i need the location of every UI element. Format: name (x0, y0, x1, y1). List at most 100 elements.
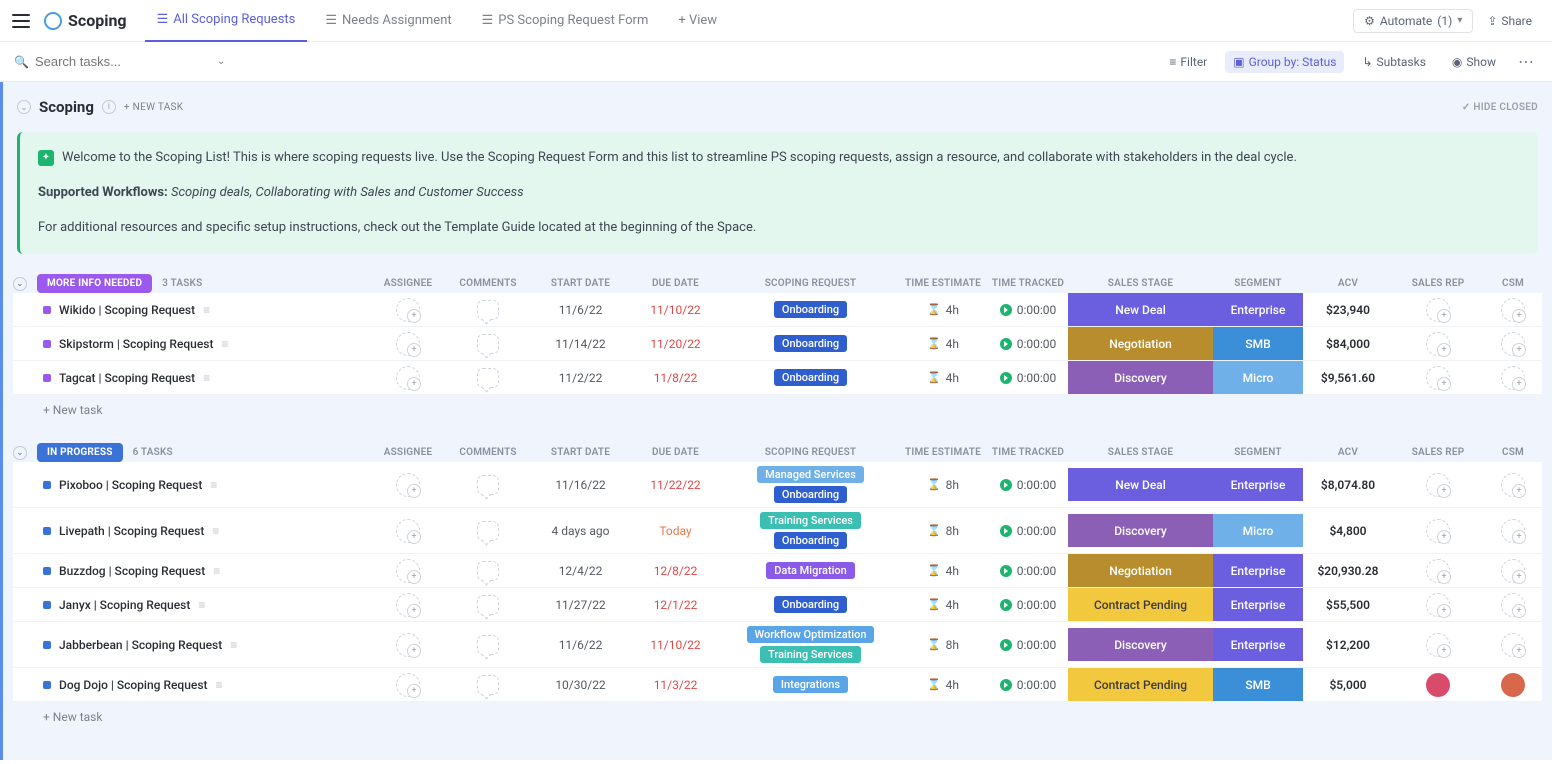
column-header[interactable]: COMMENTS (443, 278, 533, 289)
time-tracked[interactable]: 0:00:00 (988, 337, 1068, 351)
tag[interactable]: Onboarding (774, 335, 847, 352)
column-header[interactable]: SALES STAGE (1068, 447, 1213, 458)
add-view-tab[interactable]: + View (666, 0, 729, 42)
sales-rep-placeholder[interactable] (1426, 519, 1450, 543)
tag[interactable]: Onboarding (774, 369, 847, 386)
task-row[interactable]: Buzzdog | Scoping Request≡12/4/2212/8/22… (13, 554, 1542, 588)
sales-stage[interactable]: Discovery (1068, 514, 1213, 547)
info-icon[interactable]: i (102, 100, 116, 114)
due-date[interactable]: Today (628, 524, 723, 538)
comment-icon[interactable] (477, 521, 499, 541)
sales-stage[interactable]: Negotiation (1068, 327, 1213, 360)
more-icon[interactable]: ⋯ (1514, 52, 1538, 71)
column-header[interactable]: TIME TRACKED (988, 447, 1068, 458)
assignee-placeholder[interactable] (396, 473, 420, 497)
column-header[interactable]: SEGMENT (1213, 447, 1303, 458)
tag[interactable]: Integrations (773, 676, 848, 693)
time-tracked[interactable]: 0:00:00 (988, 303, 1068, 317)
column-header[interactable]: ASSIGNEE (373, 278, 443, 289)
sales-stage[interactable]: Discovery (1068, 628, 1213, 661)
task-row[interactable]: Dog Dojo | Scoping Request≡10/30/2211/3/… (13, 668, 1542, 702)
comment-icon[interactable] (477, 635, 499, 655)
description-icon[interactable]: ≡ (203, 303, 210, 317)
assignee-placeholder[interactable] (396, 366, 420, 390)
due-date[interactable]: 12/1/22 (628, 598, 723, 612)
time-estimate[interactable]: ⌛4h (898, 564, 988, 578)
sales-stage[interactable]: New Deal (1068, 293, 1213, 326)
start-date[interactable]: 11/14/22 (533, 337, 628, 351)
description-icon[interactable]: ≡ (203, 371, 210, 385)
collapse-icon[interactable]: ⌄ (17, 100, 31, 114)
assignee-placeholder[interactable] (396, 332, 420, 356)
csm-placeholder[interactable] (1501, 519, 1525, 543)
segment[interactable]: Micro (1213, 514, 1303, 547)
column-header[interactable]: SALES REP (1393, 447, 1483, 458)
column-header[interactable]: TIME ESTIMATE (898, 447, 988, 458)
view-tab[interactable]: ☰Needs Assignment (313, 0, 463, 42)
column-header[interactable]: ACV (1303, 447, 1393, 458)
segment[interactable]: Enterprise (1213, 588, 1303, 621)
column-header[interactable]: TIME ESTIMATE (898, 278, 988, 289)
acv[interactable]: $4,800 (1303, 524, 1393, 538)
acv[interactable]: $9,561.60 (1303, 371, 1393, 385)
task-row[interactable]: Pixoboo | Scoping Request≡11/16/2211/22/… (13, 462, 1542, 508)
acv[interactable]: $20,930.28 (1303, 564, 1393, 578)
sales-stage[interactable]: New Deal (1068, 468, 1213, 501)
csm-placeholder[interactable] (1501, 332, 1525, 356)
collapse-icon[interactable]: ⌄ (13, 446, 27, 460)
task-row[interactable]: Jabberbean | Scoping Request≡11/6/2211/1… (13, 622, 1542, 668)
start-date[interactable]: 12/4/22 (533, 564, 628, 578)
column-header[interactable]: DUE DATE (628, 447, 723, 458)
start-date[interactable]: 11/27/22 (533, 598, 628, 612)
due-date[interactable]: 12/8/22 (628, 564, 723, 578)
due-date[interactable]: 11/22/22 (628, 478, 723, 492)
show-button[interactable]: ◉Show (1444, 51, 1504, 73)
view-tab[interactable]: ☰All Scoping Requests (145, 0, 308, 42)
csm-placeholder[interactable] (1501, 366, 1525, 390)
share-button[interactable]: ⇪ Share (1479, 10, 1540, 32)
due-date[interactable]: 11/3/22 (628, 678, 723, 692)
play-icon[interactable] (1000, 338, 1012, 350)
csm-placeholder[interactable] (1501, 593, 1525, 617)
sales-rep-placeholder[interactable] (1426, 366, 1450, 390)
tag[interactable]: Onboarding (774, 532, 847, 549)
view-tab[interactable]: ☰PS Scoping Request Form (470, 0, 661, 42)
start-date[interactable]: 11/6/22 (533, 303, 628, 317)
hide-closed-toggle[interactable]: ✓ HIDE CLOSED (1462, 102, 1538, 113)
column-header[interactable]: CSM (1483, 447, 1543, 458)
new-task-link[interactable]: + NEW TASK (124, 102, 183, 113)
tag[interactable]: Onboarding (774, 301, 847, 318)
time-estimate[interactable]: ⌛8h (898, 478, 988, 492)
avatar[interactable] (1426, 673, 1450, 697)
assignee-placeholder[interactable] (396, 593, 420, 617)
column-header[interactable]: START DATE (533, 447, 628, 458)
new-task-button[interactable]: + New task (13, 702, 1542, 732)
comment-icon[interactable] (477, 300, 499, 320)
acv[interactable]: $23,940 (1303, 303, 1393, 317)
status-pill[interactable]: IN PROGRESS (37, 443, 123, 462)
time-estimate[interactable]: ⌛4h (898, 371, 988, 385)
time-tracked[interactable]: 0:00:00 (988, 564, 1068, 578)
play-icon[interactable] (1000, 304, 1012, 316)
automate-button[interactable]: ⚙ Automate (1) ▾ (1353, 9, 1473, 33)
time-estimate[interactable]: ⌛4h (898, 678, 988, 692)
column-header[interactable]: COMMENTS (443, 447, 533, 458)
time-tracked[interactable]: 0:00:00 (988, 524, 1068, 538)
column-header[interactable]: SCOPING REQUEST (723, 278, 898, 289)
comment-icon[interactable] (477, 561, 499, 581)
time-estimate[interactable]: ⌛4h (898, 303, 988, 317)
sales-stage[interactable]: Negotiation (1068, 554, 1213, 587)
start-date[interactable]: 11/2/22 (533, 371, 628, 385)
comment-icon[interactable] (477, 475, 499, 495)
acv[interactable]: $84,000 (1303, 337, 1393, 351)
comment-icon[interactable] (477, 595, 499, 615)
play-icon[interactable] (1000, 565, 1012, 577)
sales-rep-placeholder[interactable] (1426, 633, 1450, 657)
search-input[interactable] (35, 54, 211, 69)
assignee-placeholder[interactable] (396, 559, 420, 583)
column-header[interactable]: SALES REP (1393, 278, 1483, 289)
play-icon[interactable] (1000, 599, 1012, 611)
sales-stage[interactable]: Contract Pending (1068, 588, 1213, 621)
tag[interactable]: Managed Services (757, 466, 864, 483)
segment[interactable]: Micro (1213, 361, 1303, 394)
